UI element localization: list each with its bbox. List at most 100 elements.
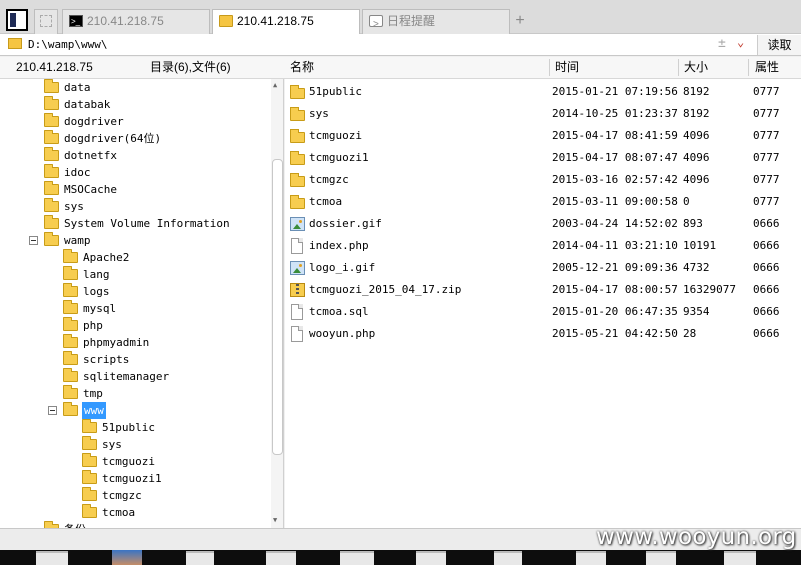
sidebar-toggle-icon[interactable] — [6, 9, 28, 31]
scroll-down-icon[interactable]: ▼ — [273, 516, 277, 524]
taskbar-item[interactable] — [724, 551, 756, 565]
taskbar-item[interactable] — [576, 551, 606, 565]
folder-icon — [63, 266, 78, 280]
tree-item-label: tcmguozi1 — [102, 472, 162, 485]
file-row[interactable]: tcmgzc 2015-03-16 02:57:42 4096 0777 — [285, 169, 801, 191]
tab-bar: 210.41.218.75 210.41.218.75 日程提醒 + — [0, 0, 801, 35]
tree-item-label: tcmgzc — [102, 489, 142, 502]
column-divider[interactable] — [678, 59, 679, 76]
column-divider[interactable] — [748, 59, 749, 76]
file-row[interactable]: tcmguozi1 2015-04-17 08:07:47 4096 0777 — [285, 147, 801, 169]
taskbar-item[interactable] — [494, 551, 522, 565]
taskbar-item[interactable] — [416, 551, 446, 565]
file-name: logo_i.gif — [309, 261, 376, 274]
scroll-thumb[interactable] — [272, 159, 283, 455]
column-name[interactable]: 名称 — [290, 57, 314, 78]
taskbar-item[interactable] — [186, 551, 214, 565]
file-size: 4732 — [683, 261, 710, 274]
column-divider[interactable] — [549, 59, 550, 76]
file-row[interactable]: tcmguozi_2015_04_17.zip 2015-04-17 08:00:… — [285, 279, 801, 301]
tree-scrollbar[interactable]: ▲ ▼ — [271, 79, 283, 528]
chevron-down-icon[interactable]: ⌄ — [737, 35, 744, 49]
file-size: 8192 — [683, 85, 710, 98]
folder-icon — [290, 173, 305, 187]
file-size: 4096 — [683, 173, 710, 186]
blank-tab[interactable] — [34, 9, 58, 34]
folder-icon — [82, 487, 97, 501]
tree-item-label: sys — [64, 200, 84, 213]
taskbar-item[interactable] — [646, 551, 676, 565]
tree-item-label: tcmoa — [102, 506, 136, 519]
blank-tab-icon — [40, 15, 52, 27]
column-size[interactable]: 大小 — [684, 57, 708, 78]
folder-icon — [63, 300, 78, 314]
tree-item-label: php — [83, 319, 103, 332]
folder-icon — [63, 317, 78, 331]
collapse-icon[interactable] — [29, 236, 38, 245]
column-attributes[interactable]: 属性 — [755, 57, 779, 78]
file-row[interactable]: 51public 2015-01-21 07:19:56 8192 0777 — [285, 81, 801, 103]
taskbar-item[interactable] — [266, 551, 296, 565]
file-time: 2005-12-21 09:09:36 — [552, 261, 678, 274]
tab-terminal[interactable]: 210.41.218.75 — [62, 9, 210, 34]
folder-icon — [44, 164, 59, 178]
host-label: 210.41.218.75 — [16, 60, 93, 74]
file-row[interactable]: sys 2014-10-25 01:23:37 8192 0777 — [285, 103, 801, 125]
tree-item-label: scripts — [83, 353, 130, 366]
folder-icon — [63, 402, 78, 416]
file-row[interactable]: tcmguozi 2015-04-17 08:41:59 4096 0777 — [285, 125, 801, 147]
file-name: tcmguozi1 — [309, 151, 369, 164]
folder-icon — [63, 249, 78, 263]
add-tab-button[interactable]: + — [512, 10, 528, 32]
folder-icon — [82, 470, 97, 484]
folder-icon — [63, 334, 78, 348]
tree-item-label: data — [64, 81, 91, 94]
folder-icon — [44, 96, 59, 110]
file-row[interactable]: tcmoa.sql 2015-01-20 06:47:35 9354 0666 — [285, 301, 801, 323]
file-attributes: 0777 — [753, 129, 780, 142]
folder-icon — [290, 151, 305, 165]
tree-item-label: www — [82, 402, 106, 419]
tree-item-label: idoc — [64, 166, 91, 179]
folder-icon — [82, 436, 97, 450]
file-attributes: 0666 — [753, 239, 780, 252]
archive-icon — [290, 283, 305, 297]
file-size: 28 — [683, 327, 697, 340]
file-row[interactable]: index.php 2014-04-11 03:21:10 10191 0666 — [285, 235, 801, 257]
tree-item-label: 备份 — [64, 521, 86, 528]
tab-label: 210.41.218.75 — [237, 14, 314, 28]
scroll-up-icon[interactable]: ▲ — [273, 81, 277, 89]
file-row[interactable]: tcmoa 2015-03-11 09:00:58 0 0777 — [285, 191, 801, 213]
column-time[interactable]: 时间 — [555, 57, 579, 78]
path-input[interactable] — [28, 36, 708, 53]
collapse-icon[interactable] — [48, 406, 57, 415]
file-row[interactable]: logo_i.gif 2005-12-21 09:09:36 4732 0666 — [285, 257, 801, 279]
taskbar-item[interactable] — [340, 551, 374, 565]
folder-icon — [63, 351, 78, 365]
watermark: www.wooyun.org — [596, 524, 797, 550]
file-time: 2014-10-25 01:23:37 — [552, 107, 678, 120]
document-icon — [291, 238, 303, 254]
terminal-icon — [69, 10, 83, 33]
folder-icon — [82, 419, 97, 433]
file-time: 2015-01-21 07:19:56 — [552, 85, 678, 98]
file-size: 8192 — [683, 107, 710, 120]
file-row[interactable]: dossier.gif 2003-04-24 14:52:02 893 0666 — [285, 213, 801, 235]
tab-file-manager[interactable]: 210.41.218.75 — [212, 9, 360, 35]
tree-item-label: System Volume Information — [64, 217, 230, 230]
list-header: 210.41.218.75 目录(6),文件(6) 名称 时间 大小 属性 — [0, 57, 801, 79]
file-attributes: 0777 — [753, 151, 780, 164]
file-row[interactable]: wooyun.php 2015-05-21 04:42:50 28 0666 — [285, 323, 801, 345]
file-attributes: 0777 — [753, 173, 780, 186]
file-list: 51public 2015-01-21 07:19:56 8192 0777 sys 20… — [285, 79, 801, 528]
folder-icon — [63, 283, 78, 297]
tab-schedule[interactable]: 日程提醒 — [362, 9, 510, 34]
tree-item-label: tmp — [83, 387, 103, 400]
read-button[interactable]: 读取 — [757, 35, 801, 55]
folder-icon — [82, 453, 97, 467]
tree-item-label: 51public — [102, 421, 155, 434]
taskbar-item[interactable] — [36, 551, 68, 565]
adjust-icon[interactable]: ± — [718, 36, 726, 51]
file-name: tcmgzc — [309, 173, 349, 186]
file-size: 9354 — [683, 305, 710, 318]
